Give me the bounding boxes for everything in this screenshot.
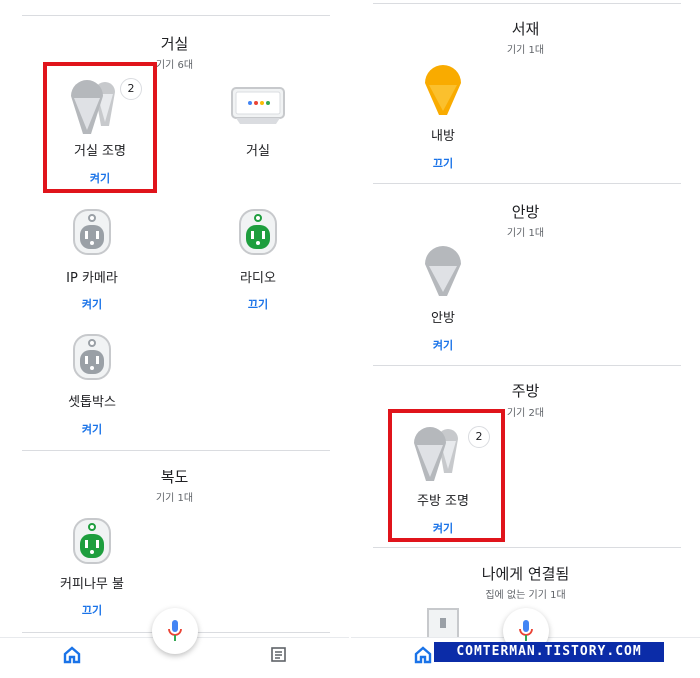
room-device-count: 기기 1대 xyxy=(506,45,545,56)
voice-assistant-button[interactable] xyxy=(152,608,198,654)
device-name: 거실 xyxy=(246,144,270,159)
device-name: 커피나무 불 xyxy=(60,577,124,592)
highlight-box xyxy=(43,62,157,193)
smart-plug-icon xyxy=(72,517,112,569)
room-title: 나에게 연결됨 xyxy=(481,565,570,583)
divider xyxy=(373,365,681,366)
device-tile-my-room[interactable]: 내방 끄기 xyxy=(368,65,518,195)
right-screen: 서재 기기 1대 내방 끄기 안방 기기 1대 안방 켜기 주방 기기 2대 2… xyxy=(351,0,700,678)
light-bulb-icon xyxy=(423,65,463,121)
device-name: IP 카메라 xyxy=(66,271,118,286)
divider xyxy=(373,547,681,548)
room-device-count: 기기 1대 xyxy=(506,228,545,239)
room-title: 복도 xyxy=(160,468,189,486)
smart-plug-icon xyxy=(72,208,112,260)
power-toggle-link[interactable]: 켜기 xyxy=(17,421,167,437)
watermark: COMTERMAN.TISTORY.COM xyxy=(434,642,664,662)
room-title: 서재 xyxy=(511,20,540,38)
home-icon[interactable] xyxy=(63,646,81,668)
mic-icon xyxy=(168,620,182,646)
device-tile-radio[interactable]: 라디오 끄기 xyxy=(183,205,333,335)
device-name: 안방 xyxy=(431,311,455,326)
light-bulb-icon xyxy=(423,246,463,302)
room-device-count: 기기 1대 xyxy=(155,493,194,504)
smart-display-icon xyxy=(230,86,286,130)
divider xyxy=(373,183,681,184)
power-toggle-link[interactable]: 끄기 xyxy=(17,602,167,618)
power-toggle-link[interactable]: 켜기 xyxy=(17,296,167,312)
home-icon[interactable] xyxy=(414,646,432,668)
device-name: 셋톱박스 xyxy=(68,395,116,410)
device-name: 내방 xyxy=(431,129,455,144)
divider xyxy=(22,15,330,16)
smart-plug-icon xyxy=(238,208,278,260)
power-toggle-link[interactable]: 끄기 xyxy=(183,296,333,312)
smart-plug-icon xyxy=(72,333,112,385)
divider xyxy=(22,450,330,451)
room-title: 안방 xyxy=(511,203,540,221)
device-tile-living-hub[interactable]: 거실 xyxy=(183,70,333,200)
power-toggle-link[interactable]: 끄기 xyxy=(368,155,518,171)
device-tile-coffee-tree-light[interactable]: 커피나무 불 끄기 xyxy=(17,515,167,645)
highlight-box xyxy=(388,409,505,542)
left-screen: 거실 기기 6대 2 거실 조명 켜기 거실 IP 카메라 켜기 라디오 끄기 … xyxy=(0,0,349,678)
divider xyxy=(373,3,681,4)
room-title: 거실 xyxy=(160,35,189,53)
device-tile-master-bedroom[interactable]: 안방 켜기 xyxy=(368,246,518,376)
room-device-count: 집에 없는 기기 1대 xyxy=(485,590,566,601)
list-icon[interactable] xyxy=(269,646,287,668)
device-tile-ip-camera[interactable]: IP 카메라 켜기 xyxy=(17,205,167,335)
device-name: 라디오 xyxy=(240,271,276,286)
device-tile-settop-box[interactable]: 셋톱박스 켜기 xyxy=(17,333,167,463)
room-title: 주방 xyxy=(511,382,540,400)
power-toggle-link[interactable]: 켜기 xyxy=(368,337,518,353)
